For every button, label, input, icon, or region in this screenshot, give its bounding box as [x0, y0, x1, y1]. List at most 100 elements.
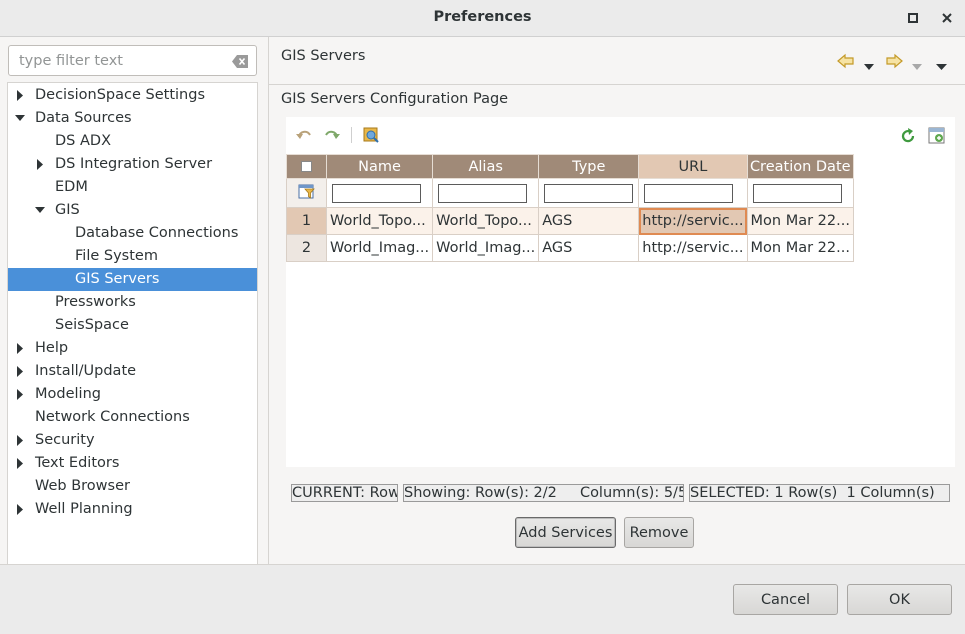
- collapsed-arrow-icon[interactable]: [14, 452, 26, 475]
- tree-item-label: Data Sources: [35, 110, 132, 126]
- row-number[interactable]: 2: [286, 234, 327, 262]
- tree-item-label: DecisionSpace Settings: [35, 87, 205, 103]
- tree-item-well-planning[interactable]: Well Planning: [8, 498, 257, 521]
- column-header-name[interactable]: Name: [325, 154, 434, 179]
- select-all-header[interactable]: [286, 154, 327, 179]
- tree-item-install-update[interactable]: Install/Update: [8, 360, 257, 383]
- tree-item-database-connections[interactable]: Database Connections: [8, 222, 257, 245]
- collapsed-arrow-icon[interactable]: [14, 84, 26, 107]
- cell-type[interactable]: AGS: [538, 234, 640, 262]
- filter-cell-url: [638, 178, 748, 208]
- grid-settings-icon[interactable]: [928, 127, 946, 145]
- cell-alias[interactable]: World_Topo...: [432, 207, 540, 235]
- ok-button[interactable]: OK: [847, 584, 952, 615]
- column-header-alias[interactable]: Alias: [432, 154, 540, 179]
- tree-item-network-connections[interactable]: Network Connections: [8, 406, 257, 429]
- tree-item-label: Help: [35, 340, 69, 356]
- expanded-arrow-icon[interactable]: [14, 107, 26, 130]
- refresh-icon[interactable]: [899, 127, 917, 145]
- filter-cell-alias: [432, 178, 540, 208]
- tree-item-edm[interactable]: EDM: [8, 176, 257, 199]
- tree-item-web-browser[interactable]: Web Browser: [8, 475, 257, 498]
- collapsed-arrow-icon[interactable]: [14, 498, 26, 521]
- cell-alias[interactable]: World_Imag...: [432, 234, 540, 262]
- toolbar-separator: [351, 127, 352, 143]
- cell-type[interactable]: AGS: [538, 207, 640, 235]
- table-row[interactable]: 2 World_Imag... World_Imag... AGS http:/…: [286, 234, 854, 262]
- tree-item-text-editors[interactable]: Text Editors: [8, 452, 257, 475]
- status-selected: SELECTED: 1 Row(s) 1 Column(s): [689, 484, 950, 502]
- status-showing: Showing: Row(s): 2/2 Column(s): 5/5: [403, 484, 684, 502]
- column-header-type[interactable]: Type: [538, 154, 640, 179]
- tree-item-ds-integration-server[interactable]: DS Integration Server: [8, 153, 257, 176]
- tree-item-label: Web Browser: [35, 478, 130, 494]
- navigation-controls: [833, 51, 953, 71]
- tree-item-label: Pressworks: [55, 294, 136, 310]
- filter-input[interactable]: [17, 51, 217, 71]
- tree-item-label: File System: [75, 248, 158, 264]
- gis-servers-grid-panel: Name Alias Type URL Creation Date 1 Worl…: [286, 117, 955, 467]
- expanded-arrow-icon[interactable]: [34, 199, 46, 222]
- cancel-button[interactable]: Cancel: [733, 584, 838, 615]
- close-icon[interactable]: [937, 8, 957, 28]
- collapsed-arrow-icon[interactable]: [14, 360, 26, 383]
- row-number[interactable]: 1: [286, 207, 327, 235]
- maximize-icon[interactable]: [903, 8, 923, 28]
- tree-item-ds-adx[interactable]: DS ADX: [8, 130, 257, 153]
- table-row[interactable]: 1 World_Topo... World_Topo... AGS http:/…: [286, 207, 854, 235]
- page-title: GIS Servers: [281, 48, 366, 64]
- remove-button[interactable]: Remove: [624, 517, 694, 548]
- tree-item-help[interactable]: Help: [8, 337, 257, 360]
- tree-item-gis-servers[interactable]: GIS Servers: [8, 268, 257, 291]
- alias-filter-input[interactable]: [438, 183, 528, 203]
- tree-item-modeling[interactable]: Modeling: [8, 383, 257, 406]
- collapsed-arrow-icon[interactable]: [14, 383, 26, 406]
- find-filter-icon[interactable]: [362, 126, 380, 144]
- tree-item-decisionspace-settings[interactable]: DecisionSpace Settings: [8, 84, 257, 107]
- header-divider: [269, 84, 965, 85]
- tree-item-seisspace[interactable]: SeisSpace: [8, 314, 257, 337]
- cell-name[interactable]: World_Topo...: [325, 207, 434, 235]
- cell-url[interactable]: http://servic...: [638, 207, 748, 235]
- cell-creation-date[interactable]: Mon Mar 22...: [746, 207, 854, 235]
- tree-item-security[interactable]: Security: [8, 429, 257, 452]
- tree-item-file-system[interactable]: File System: [8, 245, 257, 268]
- collapsed-arrow-icon[interactable]: [34, 153, 46, 176]
- tree-item-label: Network Connections: [35, 409, 190, 425]
- type-filter-input[interactable]: [544, 183, 634, 203]
- undo-icon[interactable]: [295, 126, 313, 144]
- redo-icon[interactable]: [323, 126, 341, 144]
- tree-item-label: DS ADX: [55, 133, 111, 149]
- tree-item-label: GIS: [55, 202, 80, 218]
- tree-item-label: Modeling: [35, 386, 101, 402]
- back-menu-chevron-icon[interactable]: [864, 58, 874, 74]
- tree-item-data-sources[interactable]: Data Sources: [8, 107, 257, 130]
- select-all-checkbox[interactable]: [301, 161, 312, 172]
- view-menu-chevron-icon[interactable]: [936, 58, 947, 74]
- tree-item-label: Database Connections: [75, 225, 239, 241]
- url-filter-input[interactable]: [644, 183, 734, 203]
- forward-arrow-icon[interactable]: [885, 53, 903, 73]
- collapsed-arrow-icon[interactable]: [14, 429, 26, 452]
- add-services-button[interactable]: Add Services: [515, 517, 616, 548]
- name-filter-input[interactable]: [332, 183, 421, 203]
- table-header-row: Name Alias Type URL Creation Date: [286, 154, 854, 179]
- cell-creation-date[interactable]: Mon Mar 22...: [746, 234, 854, 262]
- column-filter-row: [286, 178, 854, 208]
- cell-name[interactable]: World_Imag...: [325, 234, 434, 262]
- cell-url[interactable]: http://servic...: [638, 234, 748, 262]
- collapsed-arrow-icon[interactable]: [14, 337, 26, 360]
- back-arrow-icon[interactable]: [837, 53, 855, 73]
- creation-date-filter-input[interactable]: [752, 183, 842, 203]
- preferences-nav: DecisionSpace Settings Data Sources DS ADX…: [6, 44, 259, 564]
- clear-filter-icon[interactable]: [232, 55, 248, 68]
- filter-rows-icon[interactable]: [298, 183, 315, 204]
- page-description: GIS Servers Configuration Page: [281, 91, 509, 107]
- tree-item-label: Well Planning: [35, 501, 133, 517]
- tree-item-pressworks[interactable]: Pressworks: [8, 291, 257, 314]
- tree-item-gis[interactable]: GIS: [8, 199, 257, 222]
- filter-cell-type: [538, 178, 640, 208]
- column-header-url[interactable]: URL: [638, 154, 748, 179]
- filter-cell-name: [325, 178, 434, 208]
- column-header-creation-date[interactable]: Creation Date: [746, 154, 854, 179]
